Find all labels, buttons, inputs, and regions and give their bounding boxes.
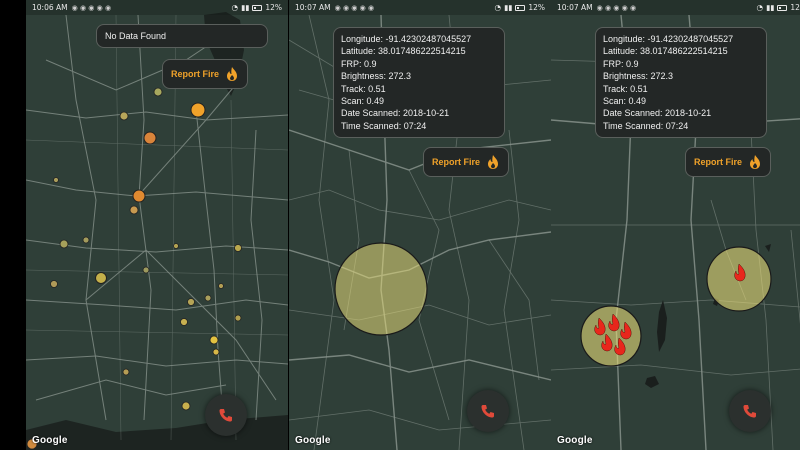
time-scanned-text: Time Scanned: 07:24 — [603, 120, 689, 131]
google-attribution: Google — [295, 435, 331, 446]
battery-icon — [777, 4, 788, 11]
signal-icon: ▮▮ — [241, 3, 250, 12]
frp-text: FRP: 0.9 — [341, 58, 377, 69]
call-button[interactable] — [729, 390, 771, 432]
fire-info-card: Longitude: -91.42302487045527 Latitude: … — [595, 27, 767, 138]
phone-icon — [743, 405, 756, 418]
call-button[interactable] — [467, 390, 509, 432]
battery-level: 12% — [528, 3, 545, 12]
longitude-text: Longitude: -91.42302487045527 — [341, 34, 472, 44]
map-view[interactable] — [26, 0, 288, 450]
report-fire-label: Report Fire — [171, 69, 220, 79]
fire-radius-circle-large[interactable] — [580, 305, 642, 367]
report-fire-label: Report Fire — [432, 157, 481, 167]
status-bar: 10:07 AM ◉ ◉ ◉ ◉ ◉ ◔ ▮▮ 12% — [551, 0, 800, 15]
scan-text: Scan: 0.49 — [341, 96, 385, 107]
battery-level: 12% — [790, 3, 800, 12]
status-bar: 10:07 AM ◉ ◉ ◉ ◉ ◉ ◔ ▮▮ 12% — [289, 0, 551, 15]
longitude-text: Longitude: -91.42302487045527 — [603, 34, 734, 44]
notification-icons: ◉ ◉ ◉ ◉ ◉ — [71, 3, 112, 12]
fire-info-card: Longitude: -91.42302487045527 Latitude: … — [333, 27, 505, 138]
brightness-text: Brightness: 272.3 — [341, 71, 412, 82]
track-text: Track: 0.51 — [603, 83, 648, 94]
no-data-message: No Data Found — [105, 31, 167, 41]
google-attribution: Google — [557, 435, 593, 446]
phone-icon — [219, 409, 232, 422]
notification-icons: ◉ ◉ ◉ ◉ ◉ — [596, 3, 637, 12]
report-fire-button[interactable]: Report Fire — [423, 147, 510, 177]
track-text: Track: 0.51 — [341, 83, 386, 94]
google-attribution: Google — [32, 435, 68, 446]
status-time: 10:06 AM — [32, 3, 68, 12]
status-time: 10:07 AM — [295, 3, 331, 12]
report-fire-button[interactable]: Report Fire — [685, 147, 772, 177]
battery-icon — [252, 4, 263, 11]
wifi-icon: ◔ — [756, 3, 764, 12]
signal-icon: ▮▮ — [766, 3, 775, 12]
brightness-text: Brightness: 272.3 — [603, 71, 674, 82]
status-time: 10:07 AM — [557, 3, 593, 12]
wifi-icon: ◔ — [231, 3, 239, 12]
fire-icon — [750, 155, 761, 169]
latitude-text: Latitude: 38.017486222514215 — [603, 46, 728, 57]
screen-1: 10:06 AM ◉ ◉ ◉ ◉ ◉ ◔ ▮▮ 12% No Data Foun… — [26, 0, 288, 450]
call-button[interactable] — [205, 394, 247, 436]
time-scanned-text: Time Scanned: 07:24 — [341, 120, 427, 131]
date-scanned-text: Date Scanned: 2018-10-21 — [341, 108, 450, 119]
battery-level: 12% — [265, 3, 282, 12]
date-scanned-text: Date Scanned: 2018-10-21 — [603, 108, 712, 119]
report-fire-button[interactable]: Report Fire — [162, 59, 249, 89]
screen-3: 10:07 AM ◉ ◉ ◉ ◉ ◉ ◔ ▮▮ 12% Longitude: -… — [551, 0, 800, 450]
screen-2: 10:07 AM ◉ ◉ ◉ ◉ ◉ ◔ ▮▮ 12% Longitude: -… — [289, 0, 551, 450]
battery-icon — [515, 4, 526, 11]
no-data-toast: No Data Found — [96, 24, 268, 48]
status-bar: 10:06 AM ◉ ◉ ◉ ◉ ◉ ◔ ▮▮ 12% — [26, 0, 288, 15]
phone-icon — [481, 405, 494, 418]
signal-icon: ▮▮ — [504, 3, 513, 12]
scan-text: Scan: 0.49 — [603, 96, 647, 107]
fire-icon — [227, 67, 238, 81]
wifi-icon: ◔ — [494, 3, 502, 12]
fire-radius-circle[interactable] — [334, 242, 428, 336]
report-fire-label: Report Fire — [694, 157, 743, 167]
frp-text: FRP: 0.9 — [603, 58, 639, 69]
notification-icons: ◉ ◉ ◉ ◉ ◉ — [334, 3, 375, 12]
latitude-text: Latitude: 38.017486222514215 — [341, 46, 466, 57]
fire-icon — [488, 155, 499, 169]
